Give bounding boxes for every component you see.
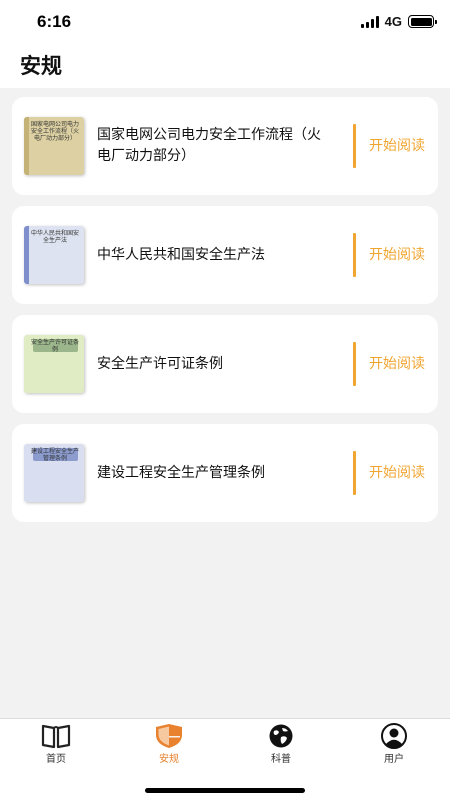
item-title: 安全生产许可证条例 — [97, 315, 327, 413]
cover-spine — [24, 117, 29, 175]
tab-label: 安规 — [159, 754, 179, 765]
cover-text: 国家电网公司电力安全工作流程（火电厂动力部分） — [30, 121, 79, 142]
tab-label: 用户 — [384, 754, 404, 765]
globe-icon — [269, 724, 293, 748]
start-reading-button[interactable]: 开始阅读 — [369, 135, 425, 155]
item-title: 中华人民共和国安全生产法 — [97, 206, 327, 304]
status-indicators: 4G — [360, 14, 437, 29]
tab-label: 首页 — [46, 754, 66, 765]
start-reading-button[interactable]: 开始阅读 — [369, 353, 425, 373]
page-title: 安规 — [20, 54, 62, 78]
book-open-icon — [41, 724, 71, 749]
status-bar: 6:16 4G — [0, 0, 450, 44]
status-time: 6:16 — [37, 12, 72, 31]
battery-icon — [408, 15, 437, 28]
tab-science[interactable]: 科普 — [251, 723, 311, 765]
item-title-text: 国家电网公司电力安全工作流程（火电厂动力部分） — [97, 127, 321, 164]
book-cover: 建设工程安全生产管理条例 — [24, 444, 84, 502]
network-type: 4G — [384, 14, 402, 29]
item-title-text: 中华人民共和国安全生产法 — [97, 246, 265, 263]
book-cover: 国家电网公司电力安全工作流程（火电厂动力部分） — [24, 117, 84, 175]
book-cover: 安全生产许可证条例 — [24, 335, 84, 393]
item-title-text: 建设工程安全生产管理条例 — [97, 464, 265, 481]
shield-icon — [156, 724, 182, 748]
book-cover: 中华人民共和国安全生产法 — [24, 226, 84, 284]
item-title: 国家电网公司电力安全工作流程（火电厂动力部分） — [97, 97, 327, 195]
list-item[interactable]: 国家电网公司电力安全工作流程（火电厂动力部分） 国家电网公司电力安全工作流程（火… — [12, 97, 438, 195]
cover-text: 建设工程安全生产管理条例 — [30, 448, 79, 462]
divider — [353, 342, 356, 386]
cover-text: 中华人民共和国安全生产法 — [30, 230, 79, 244]
tab-user[interactable]: 用户 — [364, 723, 424, 765]
signal-icon — [360, 15, 379, 28]
divider — [353, 124, 356, 168]
start-reading-button[interactable]: 开始阅读 — [369, 462, 425, 482]
list-item[interactable]: 中华人民共和国安全生产法 中华人民共和国安全生产法 开始阅读 — [12, 206, 438, 304]
cover-text: 安全生产许可证条例 — [30, 339, 79, 353]
user-icon — [381, 723, 407, 749]
list-item[interactable]: 安全生产许可证条例 安全生产许可证条例 开始阅读 — [12, 315, 438, 413]
tab-home[interactable]: 首页 — [26, 723, 86, 765]
list-item[interactable]: 建设工程安全生产管理条例 建设工程安全生产管理条例 开始阅读 — [12, 424, 438, 522]
start-reading-button[interactable]: 开始阅读 — [369, 244, 425, 264]
home-indicator — [145, 788, 305, 793]
page-header: 安规 — [0, 44, 450, 88]
divider — [353, 233, 356, 277]
tab-safety-rules[interactable]: 安规 — [139, 723, 199, 765]
divider — [353, 451, 356, 495]
item-title-text: 安全生产许可证条例 — [97, 355, 223, 372]
cover-spine — [24, 226, 29, 284]
tab-label: 科普 — [271, 754, 291, 765]
regulation-list: 国家电网公司电力安全工作流程（火电厂动力部分） 国家电网公司电力安全工作流程（火… — [12, 97, 438, 533]
item-title: 建设工程安全生产管理条例 — [97, 424, 327, 522]
